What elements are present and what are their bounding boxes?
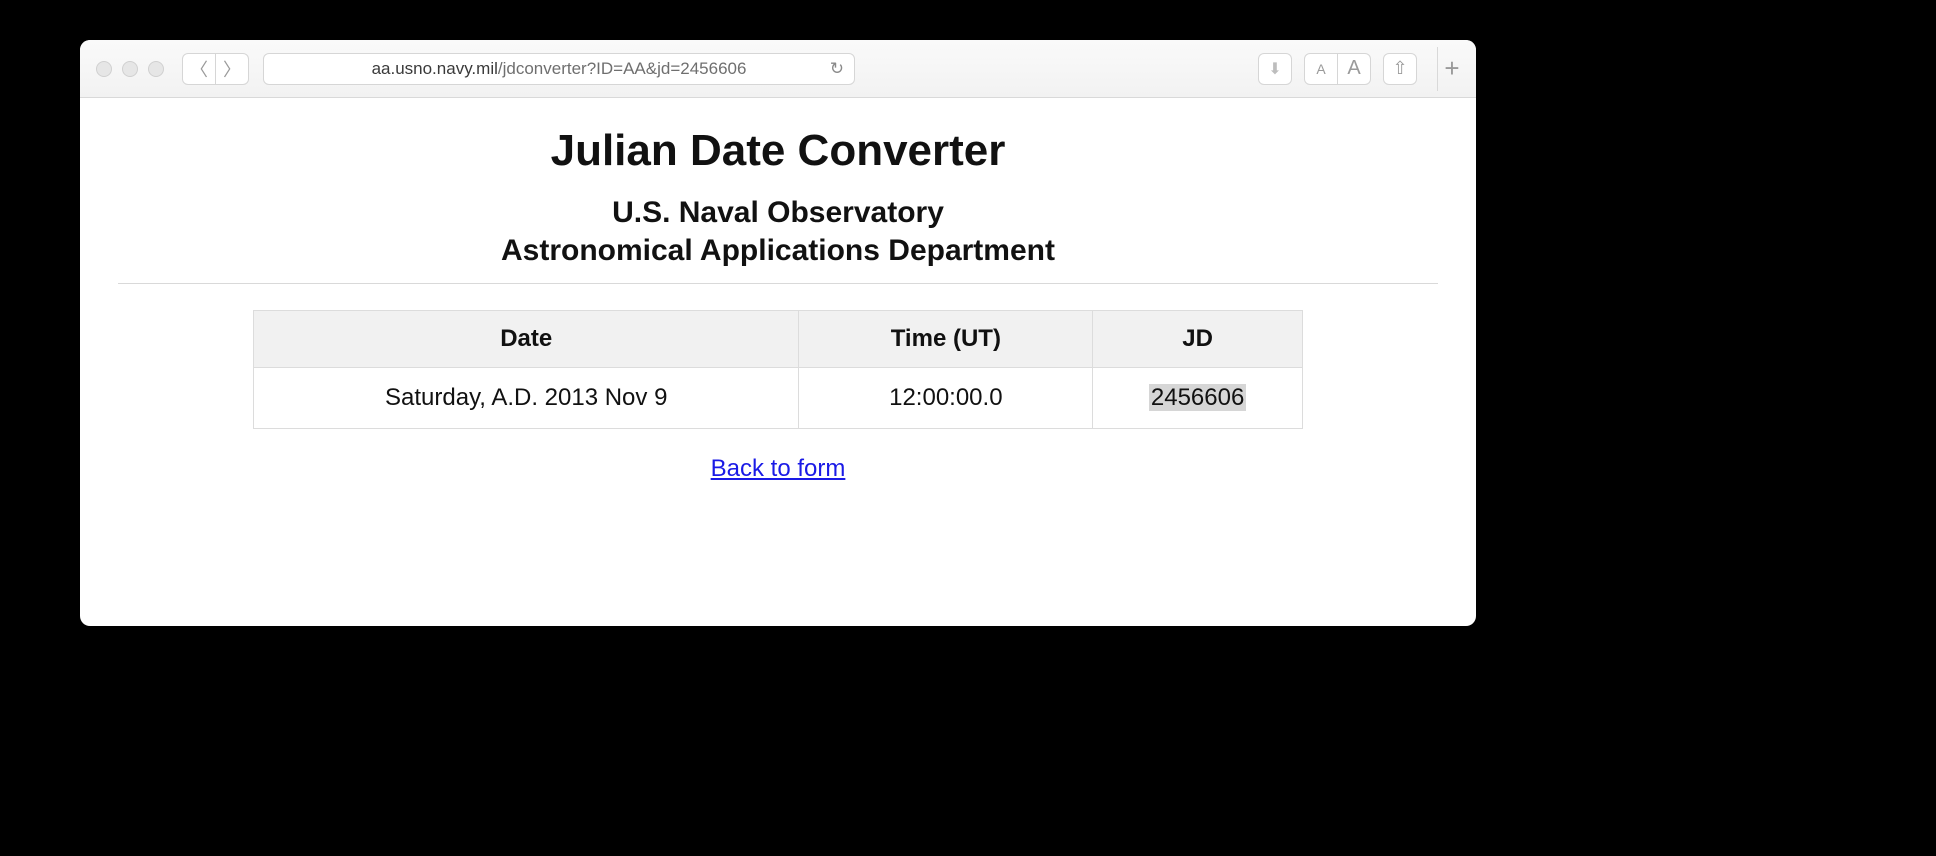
forward-button[interactable]: 〉 — [216, 53, 249, 85]
page-title: Julian Date Converter — [118, 126, 1438, 176]
table-row: Saturday, A.D. 2013 Nov 9 12:00:00.0 245… — [254, 368, 1303, 429]
font-decrease-button[interactable]: A — [1304, 53, 1338, 85]
page-content: Julian Date Converter U.S. Naval Observa… — [80, 98, 1476, 507]
share-button[interactable]: ⇧ — [1383, 53, 1417, 85]
font-size-group: A A — [1304, 53, 1371, 85]
reload-icon[interactable]: ↻ — [830, 59, 844, 79]
font-small-icon: A — [1316, 61, 1325, 77]
back-to-form-link[interactable]: Back to form — [711, 455, 846, 483]
jd-value: 2456606 — [1149, 384, 1246, 411]
th-jd: JD — [1093, 311, 1303, 368]
back-button[interactable]: 〈 — [182, 53, 216, 85]
browser-window: 〈 〉 aa.usno.navy.mil/jdconverter?ID=AA&j… — [80, 40, 1476, 626]
address-host: aa.usno.navy.mil — [372, 59, 498, 78]
plus-icon: + — [1444, 53, 1459, 84]
table-header-row: Date Time (UT) JD — [254, 311, 1303, 368]
th-time: Time (UT) — [799, 311, 1093, 368]
font-large-icon: A — [1347, 57, 1360, 80]
chevron-left-icon: 〈 — [190, 56, 208, 82]
cell-jd: 2456606 — [1093, 368, 1303, 429]
window-controls — [96, 61, 164, 77]
page-subtitle: U.S. Naval Observatory Astronomical Appl… — [118, 194, 1438, 269]
divider — [118, 283, 1438, 284]
nav-button-group: 〈 〉 — [182, 53, 249, 85]
share-icon: ⇧ — [1392, 58, 1407, 79]
result-table: Date Time (UT) JD Saturday, A.D. 2013 No… — [253, 310, 1303, 429]
new-tab-button[interactable]: + — [1437, 47, 1466, 91]
th-date: Date — [254, 311, 799, 368]
org-line-2: Astronomical Applications Department — [501, 234, 1055, 267]
window-minimize-button[interactable] — [122, 61, 138, 77]
cell-time: 12:00:00.0 — [799, 368, 1093, 429]
window-close-button[interactable] — [96, 61, 112, 77]
address-path: /jdconverter?ID=AA&jd=2456606 — [498, 59, 747, 78]
window-zoom-button[interactable] — [148, 61, 164, 77]
cell-date: Saturday, A.D. 2013 Nov 9 — [254, 368, 799, 429]
org-line-1: U.S. Naval Observatory — [612, 196, 944, 229]
download-icon: ⬇ — [1268, 59, 1281, 79]
address-url: aa.usno.navy.mil/jdconverter?ID=AA&jd=24… — [372, 59, 747, 79]
browser-toolbar: 〈 〉 aa.usno.navy.mil/jdconverter?ID=AA&j… — [80, 40, 1476, 98]
downloads-button[interactable]: ⬇ — [1258, 53, 1292, 85]
font-increase-button[interactable]: A — [1338, 53, 1371, 85]
chevron-right-icon: 〉 — [223, 56, 241, 82]
address-bar[interactable]: aa.usno.navy.mil/jdconverter?ID=AA&jd=24… — [263, 53, 855, 85]
toolbar-right: ⬇ A A ⇧ + — [1258, 47, 1466, 91]
